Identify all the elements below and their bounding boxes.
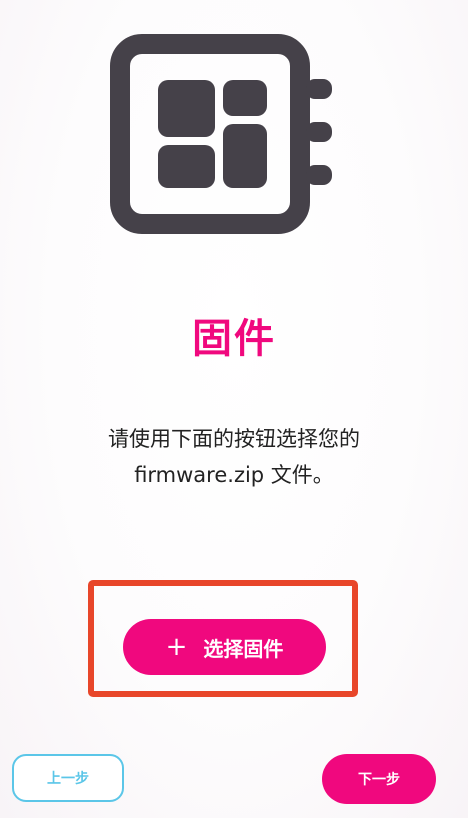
instruction-line-2: firmware.zip 文件。 xyxy=(134,463,334,487)
instruction-text: 请使用下面的按钮选择您的 firmware.zip 文件。 xyxy=(40,421,428,493)
next-step-label: 下一步 xyxy=(358,772,400,788)
instruction-line-1: 请使用下面的按钮选择您的 xyxy=(108,427,360,451)
select-firmware-button[interactable]: + 选择固件 xyxy=(123,619,326,675)
firmware-chip-icon xyxy=(110,34,332,234)
page-title: 固件 xyxy=(192,316,276,362)
next-step-button[interactable]: 下一步 xyxy=(322,754,436,804)
plus-icon: + xyxy=(165,632,188,662)
previous-step-button[interactable]: 上一步 xyxy=(12,754,124,802)
select-firmware-label: 选择固件 xyxy=(203,636,284,661)
firmware-setup-screen: 固件 请使用下面的按钮选择您的 firmware.zip 文件。 + 选择固件 … xyxy=(0,0,468,818)
previous-step-label: 上一步 xyxy=(47,771,89,787)
